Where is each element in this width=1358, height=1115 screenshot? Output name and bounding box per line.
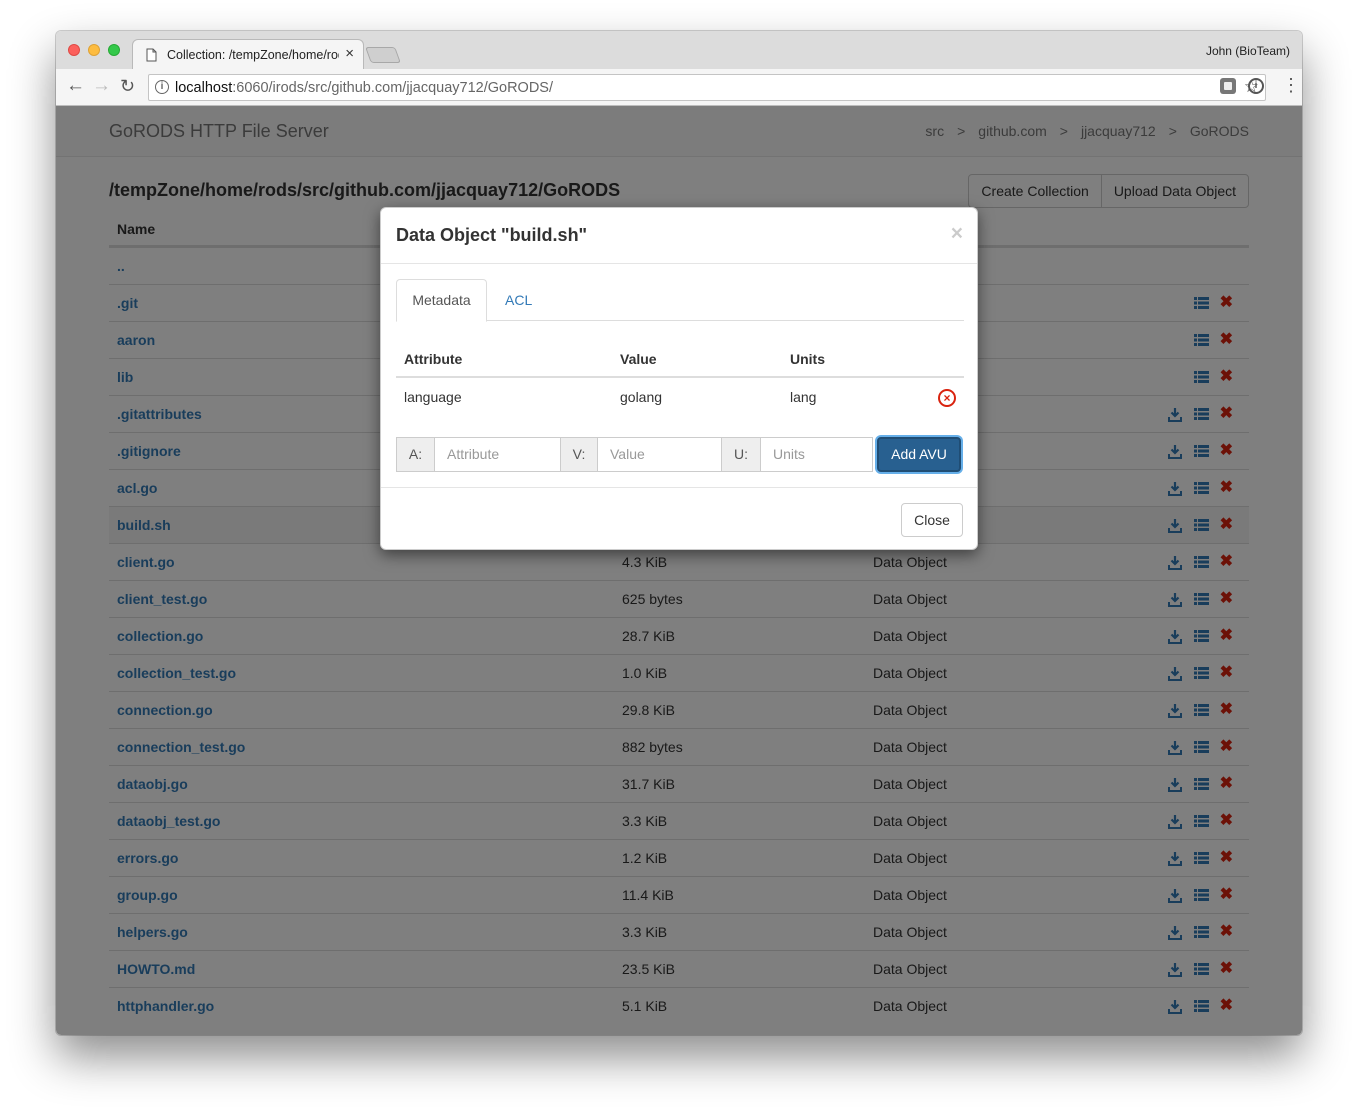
browser-menu-icon[interactable]: ⋮ <box>1282 75 1300 95</box>
url-host: localhost <box>175 80 233 96</box>
column-header-units: Units <box>790 351 825 367</box>
url-path: :6060/irods/src/github.com/jjacquay712/G… <box>232 80 554 96</box>
modal-header: Data Object "build.sh" × <box>381 208 977 264</box>
avu-attribute: language <box>404 389 462 405</box>
extension-info-icon[interactable]: i <box>1248 78 1264 94</box>
remove-avu-icon[interactable]: × <box>938 389 956 407</box>
data-object-modal: Data Object "build.sh" × Metadata ACL At… <box>380 207 978 550</box>
avu-row: language golang lang × <box>396 378 964 416</box>
tab-title: Collection: /tempZone/home/rods/src/gith… <box>167 48 339 62</box>
zoom-window-button[interactable] <box>108 44 120 56</box>
column-header-attribute: Attribute <box>404 351 463 367</box>
profile-name[interactable]: John (BioTeam) <box>1206 44 1290 58</box>
add-avu-button[interactable]: Add AVU <box>877 437 961 472</box>
avu-table-header: Attribute Value Units <box>396 340 964 378</box>
tab-close-icon[interactable]: × <box>345 45 354 62</box>
modal-close-icon[interactable]: × <box>951 222 963 246</box>
modal-title: Data Object "build.sh" <box>396 225 588 245</box>
add-avu-form: A: Attribute V: Value U: Units Add AVU <box>396 437 964 472</box>
units-input[interactable]: Units <box>760 437 873 472</box>
browser-toolbar: ← → ↻ i localhost:6060/irods/src/github.… <box>56 69 1302 106</box>
tab-bar: Collection: /tempZone/home/rods/src/gith… <box>56 31 1302 70</box>
browser-window: Collection: /tempZone/home/rods/src/gith… <box>56 31 1302 1035</box>
close-window-button[interactable] <box>68 44 80 56</box>
back-icon[interactable]: ← <box>66 76 85 96</box>
tab-metadata[interactable]: Metadata <box>396 279 487 322</box>
avu-units: lang <box>790 389 817 405</box>
url-text[interactable]: localhost:6060/irods/src/github.com/jjac… <box>175 80 553 96</box>
attribute-input[interactable]: Attribute <box>434 437 561 472</box>
close-button[interactable]: Close <box>901 503 963 537</box>
value-addon-label: V: <box>560 437 598 472</box>
avu-table: Attribute Value Units language golang la… <box>396 340 964 416</box>
avu-value: golang <box>620 389 663 405</box>
new-tab-button[interactable] <box>365 47 401 63</box>
column-header-value: Value <box>620 351 657 367</box>
address-bar[interactable]: i localhost:6060/irods/src/github.com/jj… <box>148 74 1266 101</box>
info-icon[interactable]: i <box>155 80 169 94</box>
extension-icon[interactable] <box>1220 78 1236 94</box>
value-input[interactable]: Value <box>597 437 722 472</box>
document-icon <box>146 48 157 62</box>
attribute-addon-label: A: <box>396 437 435 472</box>
page-content: GoRODS HTTP File Server src>github.com>j… <box>56 106 1302 1035</box>
minimize-window-button[interactable] <box>88 44 100 56</box>
tab-acl[interactable]: ACL <box>505 292 532 308</box>
forward-icon[interactable]: → <box>92 76 111 96</box>
modal-tabs: Metadata ACL <box>396 279 964 322</box>
browser-tab[interactable]: Collection: /tempZone/home/rods/src/gith… <box>132 39 364 70</box>
reload-icon[interactable]: ↻ <box>120 76 135 96</box>
modal-footer: Close <box>381 487 977 550</box>
units-addon-label: U: <box>721 437 761 472</box>
